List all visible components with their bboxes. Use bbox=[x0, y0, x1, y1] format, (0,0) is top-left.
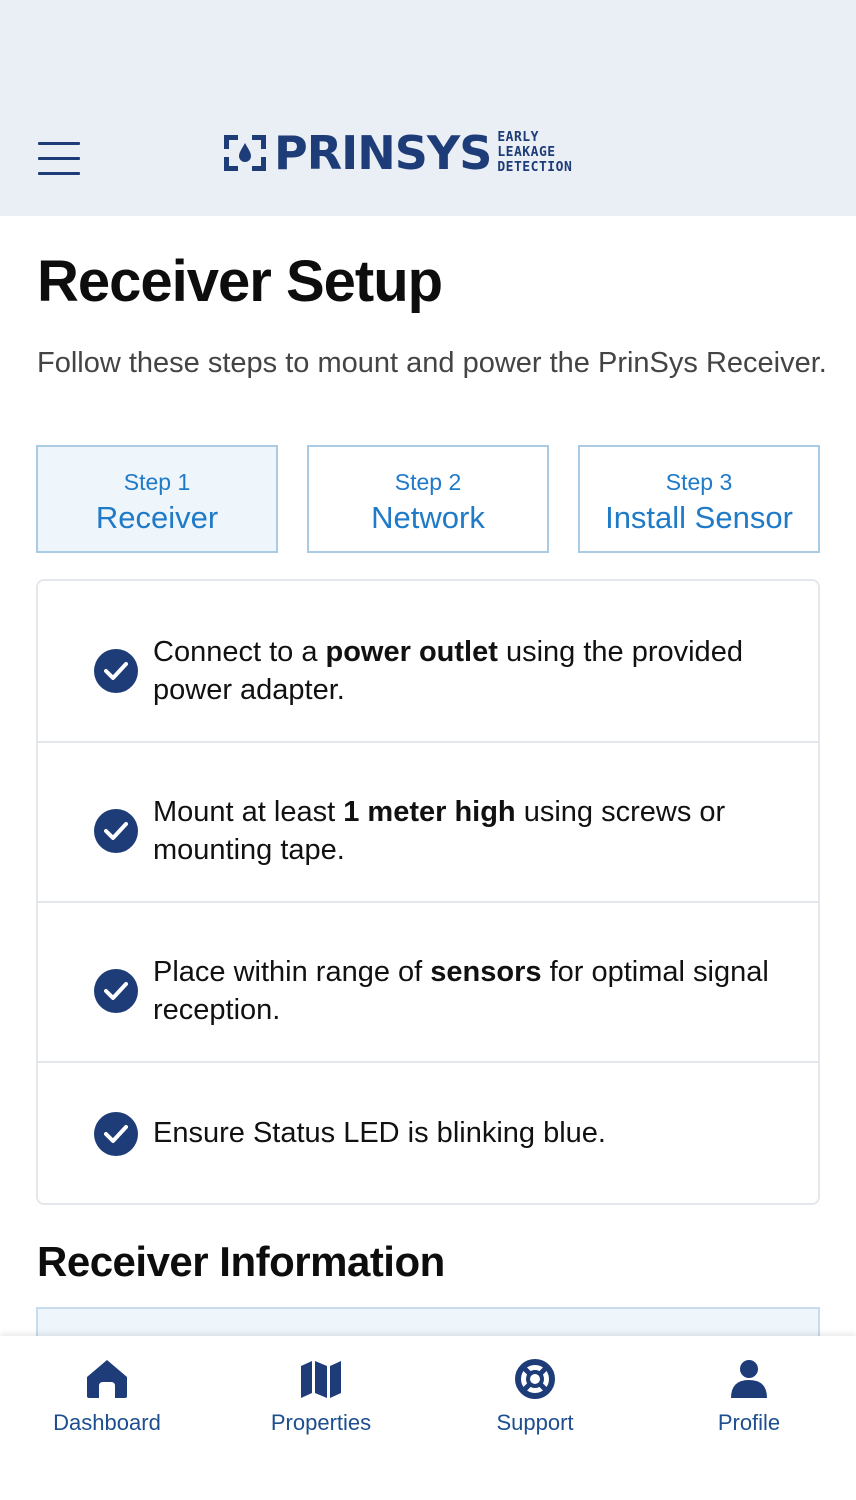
tab-label: Support bbox=[496, 1410, 574, 1435]
tagline-line: EARLY bbox=[497, 129, 539, 145]
checklist-item: Place within range of sensors for optima… bbox=[38, 903, 818, 1063]
page-intro: Follow these steps to mount and power th… bbox=[37, 347, 827, 379]
checklist-text-bold: 1 meter high bbox=[343, 796, 516, 828]
step-tabs: Step 1 Receiver Step 2 Network Step 3 In… bbox=[36, 445, 820, 553]
checklist-text-bold: sensors bbox=[430, 956, 542, 988]
check-circle-icon bbox=[94, 649, 138, 693]
checklist-item: Mount at least 1 meter high using screws… bbox=[38, 743, 818, 903]
tab-step-1[interactable]: Step 1 Receiver bbox=[36, 445, 278, 553]
step-name: Network bbox=[371, 500, 485, 535]
step-number: Step 1 bbox=[123, 469, 191, 495]
section-title: Receiver Information bbox=[37, 1238, 445, 1285]
tagline-line: LEAKAGE bbox=[497, 144, 556, 160]
hamburger-menu-button[interactable] bbox=[38, 142, 82, 176]
checklist-text: Ensure Status LED is blinking blue. bbox=[153, 1114, 773, 1152]
page-title: Receiver Setup bbox=[37, 249, 443, 314]
menu-bar bbox=[38, 142, 80, 145]
tab-step-2[interactable]: Step 2 Network bbox=[307, 445, 549, 553]
app-header: PRINSYS EARLY LEAKAGE DETECTION bbox=[0, 0, 856, 216]
checklist-text-part: Mount at least bbox=[153, 796, 344, 828]
checklist-item: Ensure Status LED is blinking blue. bbox=[38, 1063, 818, 1203]
map-icon bbox=[301, 1361, 341, 1398]
check-circle-icon bbox=[94, 969, 138, 1013]
tab-properties[interactable]: Properties bbox=[241, 1358, 401, 1458]
tab-support[interactable]: Support bbox=[455, 1358, 615, 1458]
tagline-line: DETECTION bbox=[497, 159, 573, 175]
checklist-item: Connect to a power outlet using the prov… bbox=[38, 581, 818, 743]
lifebuoy-icon bbox=[515, 1359, 555, 1399]
prinsys-logo: PRINSYS EARLY LEAKAGE DETECTION bbox=[222, 130, 572, 176]
check-circle-icon bbox=[94, 1112, 138, 1156]
setup-checklist: Connect to a power outlet using the prov… bbox=[36, 579, 820, 1205]
bottom-tab-bar: Dashboard Properties Support Profile bbox=[0, 1336, 856, 1500]
tab-step-3[interactable]: Step 3 Install Sensor bbox=[578, 445, 820, 553]
checklist-text-bold: power outlet bbox=[325, 636, 498, 668]
home-icon bbox=[87, 1360, 127, 1398]
tab-label: Profile bbox=[717, 1410, 781, 1435]
checklist-text: Place within range of sensors for optima… bbox=[153, 953, 773, 1029]
brand-tagline: EARLY LEAKAGE DETECTION bbox=[497, 129, 573, 176]
menu-bar bbox=[38, 157, 80, 160]
checklist-text: Mount at least 1 meter high using screws… bbox=[153, 793, 773, 869]
checklist-text-part: Place within range of bbox=[153, 956, 431, 988]
step-name: Receiver bbox=[95, 500, 219, 535]
tab-dashboard[interactable]: Dashboard bbox=[27, 1358, 187, 1458]
tab-label: Properties bbox=[270, 1410, 372, 1435]
tab-label: Dashboard bbox=[53, 1410, 161, 1435]
checklist-text-part: Connect to a bbox=[153, 636, 326, 668]
menu-bar bbox=[38, 172, 80, 175]
checklist-text: Connect to a power outlet using the prov… bbox=[153, 633, 773, 709]
tab-profile[interactable]: Profile bbox=[669, 1358, 829, 1458]
check-circle-icon bbox=[94, 809, 138, 853]
brand-name: PRINSYS bbox=[274, 126, 492, 180]
step-number: Step 2 bbox=[394, 469, 462, 495]
step-name: Install Sensor bbox=[605, 500, 793, 535]
user-icon bbox=[731, 1360, 767, 1398]
step-number: Step 3 bbox=[665, 469, 733, 495]
logo-mark-icon bbox=[224, 135, 266, 171]
checklist-text-part: Ensure Status LED is blinking blue. bbox=[153, 1117, 606, 1149]
